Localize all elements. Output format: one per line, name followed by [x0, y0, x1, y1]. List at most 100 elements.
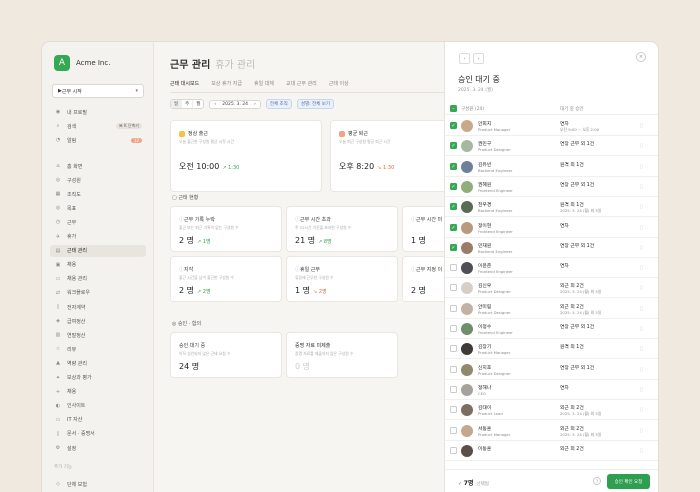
- table-row[interactable]: 김태이 Product Lead 외근 외 2건 2025. 3. 24 (월) 외 …: [445, 400, 658, 421]
- help-icon[interactable]: ?: [593, 477, 601, 485]
- document-icon[interactable]: ▯: [640, 245, 643, 251]
- table-row[interactable]: 김신우 Product Designer 외근 외 2건 2025. 3. 24 (월…: [445, 278, 658, 299]
- period-option[interactable]: 월: [193, 100, 203, 108]
- sidebar-item[interactable]: ◇ 단체 보험: [50, 478, 146, 490]
- sidebar-item[interactable]: ◈ 급여정산: [50, 315, 146, 327]
- row-checkbox[interactable]: [450, 426, 457, 434]
- table-row[interactable]: 정해나 CEO 연차 ▯: [445, 380, 658, 400]
- document-icon[interactable]: ▯: [640, 387, 643, 393]
- document-icon[interactable]: ▯: [640, 407, 643, 413]
- row-checkbox[interactable]: ✓: [450, 223, 457, 231]
- sidebar-item[interactable]: ◷ 근무: [50, 216, 146, 228]
- date-picker[interactable]: ‹ 2025. 3. 24 ›: [209, 99, 261, 109]
- sidebar-item[interactable]: ◎ 목표: [50, 202, 146, 214]
- chevron-right-icon[interactable]: ›: [254, 102, 256, 107]
- page-title-alt[interactable]: 휴가 관리: [215, 60, 255, 71]
- period-option[interactable]: 일: [171, 100, 183, 108]
- row-checkbox[interactable]: [450, 365, 457, 373]
- table-row[interactable]: ✓ 권혜원 Frontend Engineer 연장 근무 외 1건 ▯: [445, 177, 658, 197]
- table-row[interactable]: ✓ 민재원 Backend Engineer 연장 근무 외 1건 ▯: [445, 238, 658, 258]
- row-checkbox[interactable]: [450, 304, 457, 312]
- table-row[interactable]: 안미림 Product Designer 외근 외 2건 2025. 3. 24 (월…: [445, 299, 658, 319]
- sidebar-item[interactable]: ⌂ 홈 화면: [50, 160, 146, 172]
- sidebar-item[interactable]: ▭ IT 자산: [50, 414, 146, 426]
- sidebar-item[interactable]: ◎ 구성원: [50, 174, 146, 186]
- metric-card[interactable]: 정상 출근 오늘 출근한 구성원 평균 시작 시간 오전 10:00 ↗ 1:30: [170, 120, 322, 192]
- row-checkbox[interactable]: ✓: [450, 182, 457, 190]
- sidebar-item[interactable]: ▯ 전자계약: [50, 301, 146, 313]
- table-row[interactable]: 이윤준 Frontend Engineer 연차 ▯: [445, 258, 658, 279]
- table-row[interactable]: 신지호 Product Designer 연장 근무 외 1건 ▯: [445, 360, 658, 380]
- row-checkbox[interactable]: ✓: [450, 142, 457, 150]
- select-all-checkbox[interactable]: –: [450, 105, 457, 112]
- row-checkbox[interactable]: [450, 325, 457, 332]
- request-approval-button[interactable]: 승인 확인 요청: [607, 474, 650, 489]
- brand[interactable]: A Acme Inc.: [54, 55, 110, 71]
- row-checkbox[interactable]: ✓: [450, 162, 457, 170]
- table-row[interactable]: ✓ 안희지 Product Manager 연차 오전 9:00 ~ 오후 2:00 ▯: [445, 116, 658, 136]
- table-row[interactable]: 서동훈 Product Manager 외근 외 2건 2025. 3. 24 (월)…: [445, 421, 658, 441]
- sidebar-item[interactable]: ⚙ 설정: [50, 442, 146, 454]
- row-checkbox[interactable]: [450, 446, 457, 454]
- period-toggle[interactable]: 일주월: [170, 99, 205, 109]
- metric-card[interactable]: 증명 자료 미제출 증명 자료를 제출하지 않은 구성원 수 0 명: [286, 332, 398, 378]
- row-checkbox[interactable]: [450, 284, 457, 292]
- document-icon[interactable]: ▯: [640, 306, 643, 312]
- metric-card[interactable]: ⓘ 근무 시간 초과 주 52시간 기준을 초과한 구성원 수 21 명 ↗ 8명: [286, 206, 398, 252]
- sidebar-item[interactable]: ⇄ 워크플로우: [50, 287, 146, 299]
- row-checkbox[interactable]: [450, 406, 457, 414]
- row-checkbox[interactable]: ✓: [450, 122, 457, 129]
- period-option[interactable]: 주: [182, 100, 194, 108]
- table-row[interactable]: 이동훈 외근 외 2건 ▯: [445, 441, 658, 461]
- document-icon[interactable]: ▯: [640, 143, 643, 149]
- table-row[interactable]: ✓ 김유빈 Backend Engineer 원격 외 1건 ▯: [445, 157, 658, 177]
- document-icon[interactable]: ▯: [640, 346, 643, 352]
- sidebar-item[interactable]: ▤ 근태 관리: [50, 244, 146, 257]
- sidebar-item[interactable]: ⌕ 검색 ⌘ K 단축키: [50, 120, 146, 132]
- table-row[interactable]: ✓ 권민구 Product Designer 연장 근무 외 1건 ▯: [445, 136, 658, 157]
- sidebar-item[interactable]: ▣ 채용: [50, 259, 146, 271]
- row-checkbox[interactable]: [450, 264, 457, 272]
- sidebar-item[interactable]: ✈ 휴가: [50, 231, 146, 243]
- metric-card[interactable]: ⓘ 휴일 근무 휴일에 근무한 구성원 수 1 명 ↘ 2명: [286, 256, 398, 302]
- close-icon[interactable]: ×: [636, 52, 646, 62]
- document-icon[interactable]: ▯: [640, 225, 643, 231]
- sidebar-item[interactable]: ◉ 내 프로필: [50, 106, 146, 118]
- table-row[interactable]: 김장기 Product Manager 원격 외 1건 ▯: [445, 339, 658, 360]
- sidebar-item[interactable]: ◔ 알림 12: [50, 134, 146, 146]
- document-icon[interactable]: ▯: [640, 285, 643, 291]
- filter-chip[interactable]: 성별: 전체 보기: [296, 99, 335, 109]
- document-icon[interactable]: ▯: [640, 184, 643, 190]
- row-checkbox[interactable]: ✓: [450, 243, 457, 251]
- chevron-left-icon[interactable]: ‹: [459, 53, 470, 64]
- document-icon[interactable]: ▯: [640, 164, 643, 170]
- document-icon[interactable]: ▯: [640, 428, 643, 434]
- sidebar-item[interactable]: ▯ 문서 · 증명서: [50, 428, 146, 440]
- filter-chip[interactable]: 전체 조직: [265, 99, 292, 109]
- document-icon[interactable]: ▯: [640, 448, 643, 454]
- sidebar-item[interactable]: ▭ 채용 관리: [50, 273, 146, 285]
- punch-in-button[interactable]: ▶ 근무 시작 ▾: [52, 84, 144, 98]
- metric-card[interactable]: ⓘ 지각 출근 시간을 넘겨 출근한 구성원 수 2 명 ↗ 2명: [170, 256, 282, 302]
- row-checkbox[interactable]: [450, 385, 457, 393]
- metric-card[interactable]: 승인 대기 중 아직 승인되지 않은 근태 요청 수 24 명: [170, 332, 282, 378]
- sidebar-item[interactable]: ▥ 연말정산: [50, 329, 146, 341]
- document-icon[interactable]: ▯: [640, 204, 643, 210]
- document-icon[interactable]: ▯: [640, 265, 643, 271]
- document-icon[interactable]: ▯: [640, 367, 643, 373]
- row-checkbox[interactable]: ✓: [450, 203, 457, 211]
- document-icon[interactable]: ▯: [640, 326, 643, 332]
- chevron-right-icon[interactable]: ›: [473, 53, 484, 64]
- sidebar-item[interactable]: ✦ 보상과 평가: [50, 372, 146, 384]
- sidebar-item[interactable]: ☆ 리뷰: [50, 343, 146, 355]
- table-row[interactable]: 이정수 Frontend Engineer 연장 근무 외 1건 ▯: [445, 319, 658, 339]
- metric-card[interactable]: ⓘ 근무 기록 누락 출근 또는 퇴근 기록이 없는 구성원 수 2 명 ↗ 1명: [170, 206, 282, 252]
- document-icon[interactable]: ▯: [640, 123, 643, 129]
- sidebar-item[interactable]: ◐ 인사이트: [50, 400, 146, 412]
- table-row[interactable]: ✓ 천우경 Backend Engineer 원격 외 1건 2025. 3. 24 (…: [445, 197, 658, 218]
- sidebar-item[interactable]: ▲ 역량 관리: [50, 357, 146, 369]
- row-checkbox[interactable]: [450, 345, 457, 353]
- chevron-left-icon[interactable]: ‹: [214, 102, 216, 107]
- table-row[interactable]: ✓ 정이현 Frontend Engineer 연차 ▯: [445, 218, 658, 238]
- sidebar-item[interactable]: + 채용: [50, 386, 146, 398]
